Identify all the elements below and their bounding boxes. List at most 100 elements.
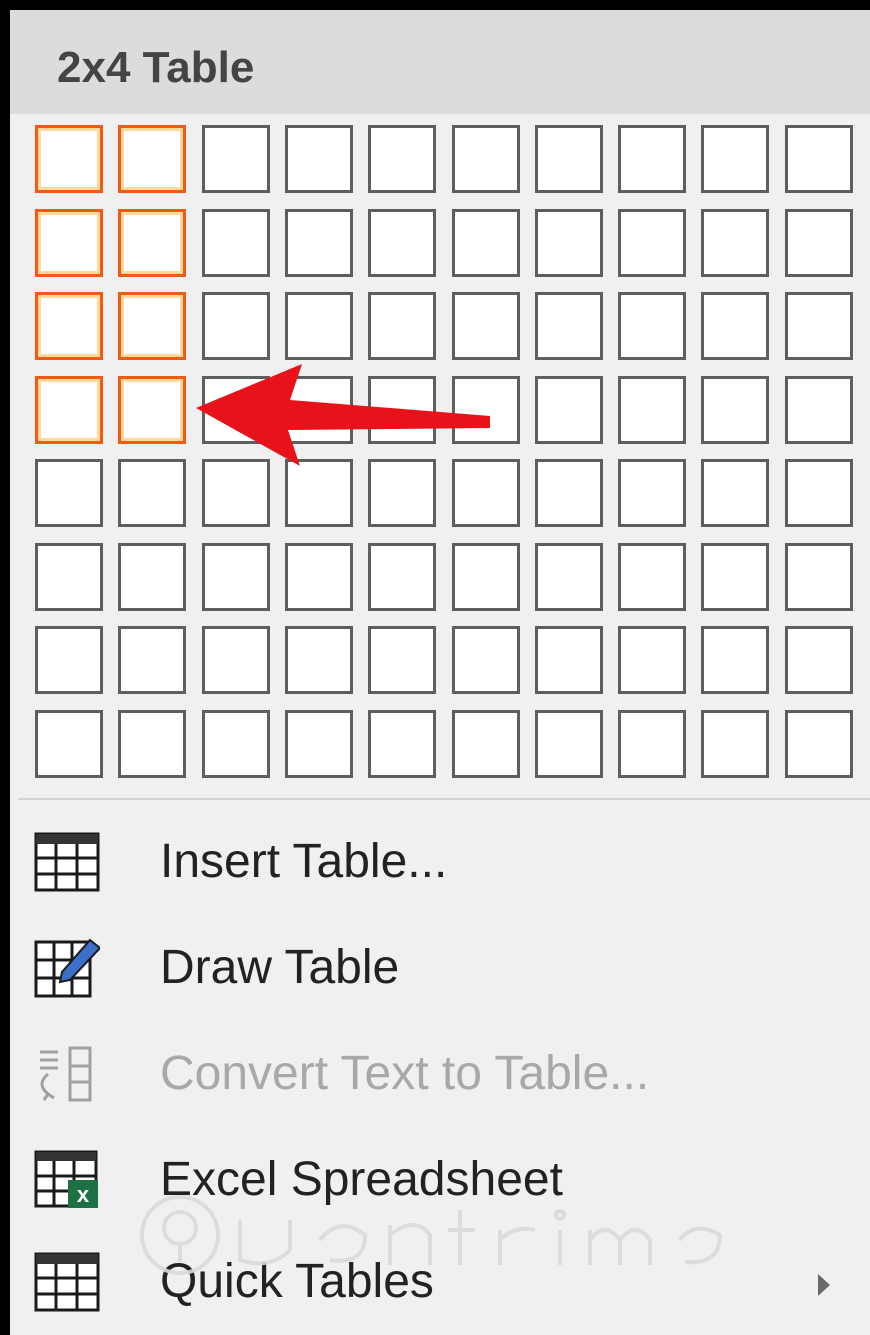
grid-cell-r6-c10[interactable] [785, 543, 853, 611]
grid-cell-r2-c7[interactable] [535, 209, 603, 277]
grid-cell-r8-c10[interactable] [785, 710, 853, 778]
grid-cell-r5-c9[interactable] [701, 459, 769, 527]
insert-table-dropdown: 2x4 Table Insert Table... Draw Table Con… [0, 0, 870, 1335]
grid-cell-r1-c9[interactable] [701, 125, 769, 193]
grid-cell-r1-c1[interactable] [35, 125, 103, 193]
grid-cell-r1-c3[interactable] [202, 125, 270, 193]
grid-cell-r6-c2[interactable] [118, 543, 186, 611]
grid-cell-r5-c10[interactable] [785, 459, 853, 527]
insert-table-menu-item[interactable]: Insert Table... [18, 812, 870, 908]
grid-cell-r1-c7[interactable] [535, 125, 603, 193]
grid-cell-r6-c5[interactable] [368, 543, 436, 611]
grid-cell-r6-c3[interactable] [202, 543, 270, 611]
excel-spreadsheet-menu-item[interactable]: x Excel Spreadsheet [18, 1130, 870, 1226]
grid-cell-r7-c9[interactable] [701, 626, 769, 694]
grid-cell-r5-c3[interactable] [202, 459, 270, 527]
grid-cell-r2-c3[interactable] [202, 209, 270, 277]
quick-tables-label: Quick Tables [160, 1255, 434, 1308]
grid-cell-r4-c3[interactable] [202, 376, 270, 444]
grid-cell-r2-c1[interactable] [35, 209, 103, 277]
grid-cell-r3-c7[interactable] [535, 292, 603, 360]
grid-cell-r5-c1[interactable] [35, 459, 103, 527]
grid-cell-r4-c8[interactable] [618, 376, 686, 444]
grid-cell-r3-c1[interactable] [35, 292, 103, 360]
grid-cell-r6-c7[interactable] [535, 543, 603, 611]
convert-text-to-table-icon [40, 1046, 92, 1102]
insert-table-label: Insert Table... [160, 835, 448, 888]
grid-cell-r7-c3[interactable] [202, 626, 270, 694]
table-size-label: 2x4 Table [57, 43, 255, 92]
insert-table-icon [34, 832, 100, 892]
grid-cell-r3-c8[interactable] [618, 292, 686, 360]
draw-table-label: Draw Table [160, 941, 400, 994]
grid-cell-r5-c5[interactable] [368, 459, 436, 527]
grid-cell-r3-c3[interactable] [202, 292, 270, 360]
grid-cell-r8-c2[interactable] [118, 710, 186, 778]
grid-cell-r4-c6[interactable] [452, 376, 520, 444]
grid-cell-r5-c2[interactable] [118, 459, 186, 527]
quick-tables-menu-item[interactable]: Quick Tables [18, 1232, 870, 1328]
table-size-grid[interactable] [35, 125, 857, 785]
grid-cell-r1-c6[interactable] [452, 125, 520, 193]
grid-cell-r7-c8[interactable] [618, 626, 686, 694]
grid-cell-r3-c6[interactable] [452, 292, 520, 360]
grid-cell-r7-c7[interactable] [535, 626, 603, 694]
draw-table-menu-item[interactable]: Draw Table [18, 918, 870, 1014]
grid-cell-r6-c6[interactable] [452, 543, 520, 611]
grid-cell-r6-c4[interactable] [285, 543, 353, 611]
grid-cell-r5-c8[interactable] [618, 459, 686, 527]
grid-cell-r4-c10[interactable] [785, 376, 853, 444]
grid-cell-r7-c2[interactable] [118, 626, 186, 694]
grid-cell-r7-c6[interactable] [452, 626, 520, 694]
grid-cell-r3-c10[interactable] [785, 292, 853, 360]
grid-cell-r5-c4[interactable] [285, 459, 353, 527]
convert-text-to-table-label: Convert Text to Table... [160, 1047, 650, 1100]
excel-spreadsheet-label: Excel Spreadsheet [160, 1153, 563, 1206]
grid-cell-r2-c9[interactable] [701, 209, 769, 277]
grid-cell-r4-c5[interactable] [368, 376, 436, 444]
grid-cell-r3-c5[interactable] [368, 292, 436, 360]
grid-cell-r4-c4[interactable] [285, 376, 353, 444]
grid-cell-r8-c5[interactable] [368, 710, 436, 778]
grid-cell-r1-c5[interactable] [368, 125, 436, 193]
grid-cell-r3-c9[interactable] [701, 292, 769, 360]
excel-spreadsheet-icon: x [34, 1150, 98, 1208]
grid-cell-r8-c6[interactable] [452, 710, 520, 778]
grid-cell-r7-c10[interactable] [785, 626, 853, 694]
grid-cell-r4-c2[interactable] [118, 376, 186, 444]
grid-cell-r4-c7[interactable] [535, 376, 603, 444]
grid-cell-r1-c2[interactable] [118, 125, 186, 193]
grid-cell-r7-c4[interactable] [285, 626, 353, 694]
grid-cell-r5-c7[interactable] [535, 459, 603, 527]
table-size-header: 2x4 Table [10, 10, 870, 114]
grid-cell-r7-c1[interactable] [35, 626, 103, 694]
grid-cell-r8-c4[interactable] [285, 710, 353, 778]
grid-cell-r2-c2[interactable] [118, 209, 186, 277]
grid-cell-r8-c1[interactable] [35, 710, 103, 778]
grid-cell-r2-c10[interactable] [785, 209, 853, 277]
convert-text-to-table-menu-item[interactable]: Convert Text to Table... [18, 1024, 870, 1120]
grid-cell-r4-c9[interactable] [701, 376, 769, 444]
svg-text:x: x [77, 1182, 90, 1207]
grid-cell-r8-c9[interactable] [701, 710, 769, 778]
grid-cell-r4-c1[interactable] [35, 376, 103, 444]
grid-cell-r6-c1[interactable] [35, 543, 103, 611]
grid-cell-r1-c4[interactable] [285, 125, 353, 193]
grid-cell-r6-c8[interactable] [618, 543, 686, 611]
grid-cell-r3-c4[interactable] [285, 292, 353, 360]
grid-cell-r5-c6[interactable] [452, 459, 520, 527]
grid-cell-r8-c7[interactable] [535, 710, 603, 778]
grid-cell-r2-c8[interactable] [618, 209, 686, 277]
grid-cell-r1-c10[interactable] [785, 125, 853, 193]
grid-cell-r2-c6[interactable] [452, 209, 520, 277]
grid-cell-r6-c9[interactable] [701, 543, 769, 611]
grid-cell-r2-c4[interactable] [285, 209, 353, 277]
grid-cell-r1-c8[interactable] [618, 125, 686, 193]
grid-cell-r2-c5[interactable] [368, 209, 436, 277]
grid-cell-r8-c3[interactable] [202, 710, 270, 778]
grid-cell-r8-c8[interactable] [618, 710, 686, 778]
menu-separator [18, 798, 870, 800]
submenu-arrow-icon [818, 1274, 830, 1296]
grid-cell-r7-c5[interactable] [368, 626, 436, 694]
grid-cell-r3-c2[interactable] [118, 292, 186, 360]
